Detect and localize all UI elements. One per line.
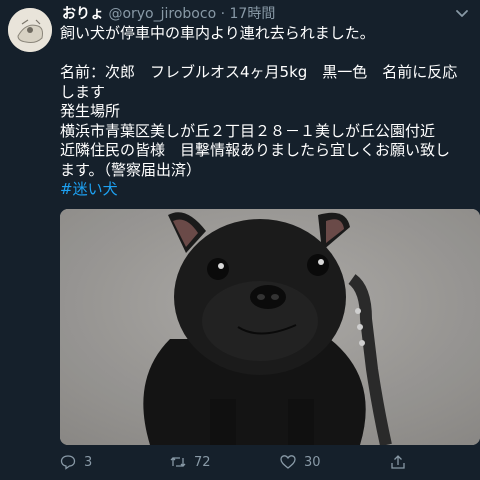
reply-count: 3 [84,454,93,470]
tweet-actions: 3 72 30 [60,450,474,474]
user-handle[interactable]: @oryo_jiroboco [108,6,216,22]
reply-icon [60,455,76,470]
tweet-text-line: 横浜市青葉区美しが丘２丁目２８－１美しが丘公園付近 [60,121,436,140]
tweet-photo[interactable] [60,209,480,445]
share-icon [391,455,405,469]
retweet-count: 72 [194,454,211,470]
hashtag-link[interactable]: #迷い犬 [60,180,474,200]
separator-dot: · [220,6,226,22]
share-button[interactable] [390,454,406,470]
like-button[interactable]: 30 [280,454,321,470]
dog-photo [60,209,480,445]
tweet-text-line: 名前：次郎 フレブルオス4ヶ月5kg 黒一色 名前に反応 [60,63,458,81]
tweet-text-line: 飼い犬が停車中の車内より連れ去られました。 [60,24,375,42]
tweet-text-blank-line [60,44,474,64]
timestamp[interactable]: 17時間 [230,6,276,22]
tweet-header: おりょ @oryo_jiroboco · 17時間 [62,5,275,23]
reply-button[interactable]: 3 [60,454,92,470]
avatar[interactable] [8,8,52,52]
heart-icon [280,455,296,469]
tweet-text-line: ます。（警察届出済） [60,160,202,179]
tweet[interactable]: おりょ @oryo_jiroboco · 17時間 飼い犬が停車中の車内より連れ… [0,0,480,480]
tweet-text-line: 発生場所 [60,102,121,120]
retweet-icon [170,457,186,467]
tweet-text-line: 近隣住民の皆様 目撃情報ありましたら宜しくお願い致し [60,141,451,159]
display-name[interactable]: おりょ [62,6,104,22]
avatar-image [8,8,52,52]
chevron-down-icon[interactable] [454,8,470,20]
like-count: 30 [304,454,321,470]
tweet-text-line: します [60,82,106,101]
tweet-text: 飼い犬が停車中の車内より連れ去られました。 名前：次郎 フレブルオス4ヶ月5kg… [60,24,474,200]
retweet-button[interactable]: 72 [170,454,211,470]
